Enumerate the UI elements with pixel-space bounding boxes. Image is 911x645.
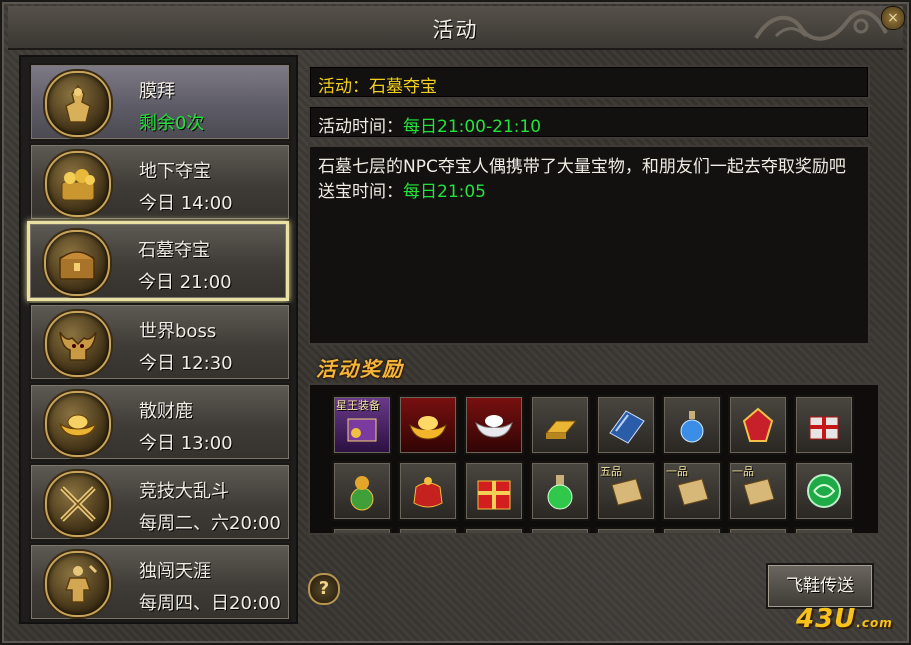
activity-time-value: 每日21:00-21:10 (403, 117, 542, 137)
activity-description-box: 石墓七层的NPC夺宝人偶携带了大量宝物，和朋友们一起去夺取奖励吧 送宝时间：每日… (308, 145, 870, 345)
reward-slot[interactable]: 星王装备 (332, 395, 392, 455)
activity-time: 今日 13:00 (139, 433, 233, 454)
red-pouch-icon (413, 477, 443, 508)
reward-slot[interactable] (464, 527, 524, 533)
activity-description: 石墓七层的NPC夺宝人偶携带了大量宝物，和朋友们一起去夺取奖励吧 (318, 157, 846, 177)
reward-slot[interactable] (530, 395, 590, 455)
activity-time: 每周二、六20:00 (139, 513, 281, 534)
jade-dragon-icon (807, 474, 841, 508)
crossed-swords-icon (45, 471, 111, 537)
activity-name-bar: 活动：石墓夺宝 (308, 65, 870, 99)
bull-demon-icon (45, 311, 111, 377)
reward-slot[interactable] (464, 461, 524, 521)
activity-item-solo-journey[interactable]: 独闯天涯 每周四、日20:00 (29, 543, 291, 621)
red-gift-box-icon (477, 480, 511, 510)
reward-slot[interactable] (794, 461, 854, 521)
red-gem-icon (742, 407, 774, 442)
reward-slot[interactable] (728, 527, 788, 533)
silver-ingot-icon (475, 415, 513, 438)
fly-shoes-teleport-button[interactable]: 飞鞋传送 (766, 563, 874, 609)
site-watermark-logo: 43U.com (796, 604, 893, 634)
activity-name: 地下夺宝 (139, 161, 211, 182)
activity-name: 世界boss (139, 321, 217, 342)
activity-name: 散财鹿 (139, 401, 193, 422)
reward-slot[interactable] (332, 527, 392, 533)
reward-slot[interactable] (398, 527, 458, 533)
gourd-bag-icon (350, 476, 374, 511)
activity-name: 竞技大乱斗 (139, 481, 229, 502)
reward-slot[interactable]: 五品 (596, 461, 656, 521)
activity-item-tomb-treasure[interactable]: 石墓夺宝 今日 21:00 (27, 221, 289, 301)
reward-tag: 星王装备 (336, 399, 380, 412)
reward-slot[interactable] (530, 527, 590, 533)
reward-grid: 星王装备 五品 一品 一品 (308, 383, 880, 535)
close-button[interactable]: × (881, 6, 905, 30)
dragon-ornament-icon (754, 10, 888, 41)
activity-label: 活动： (318, 77, 369, 97)
activity-time: 今日 14:00 (139, 193, 233, 214)
gift-bundle-icon (809, 416, 839, 440)
warrior-statue-icon (45, 71, 111, 137)
reward-slot[interactable] (728, 395, 788, 455)
activity-name: 石墓夺宝 (138, 240, 210, 261)
activity-name: 膜拜 (139, 81, 175, 102)
reward-slot[interactable] (530, 461, 590, 521)
activity-list: 膜拜 剩余0次 地下夺宝 今日 14:00 石墓夺宝 今日 21:00 世界bo… (19, 55, 298, 624)
activity-item-world-boss[interactable]: 世界boss 今日 12:30 (29, 303, 291, 381)
gold-ingot-icon (45, 391, 111, 457)
activity-detail-panel: 活动：石墓夺宝 活动时间：每日21:00-21:10 石墓七层的NPC夺宝人偶携… (298, 55, 891, 620)
activity-item-mobai[interactable]: 膜拜 剩余0次 (29, 63, 291, 141)
activity-time: 今日 12:30 (139, 353, 233, 374)
activity-time: 今日 21:00 (138, 272, 232, 293)
activity-time-label: 活动时间： (318, 117, 403, 137)
reward-slot[interactable]: 一品 (662, 461, 722, 521)
activity-name: 独闯天涯 (139, 561, 211, 582)
reward-section-title: 活动奖励 (316, 357, 404, 381)
reward-tag: 一品 (666, 465, 688, 478)
reward-slot[interactable] (464, 395, 524, 455)
activity-time: 剩余0次 (139, 113, 205, 134)
treasure-pile-icon (45, 151, 111, 217)
help-button[interactable]: ? (308, 573, 340, 605)
reward-slot[interactable] (662, 527, 722, 533)
delivery-time-label: 送宝时间： (318, 182, 403, 202)
activity-time: 每周四、日20:00 (139, 593, 281, 614)
treasure-chest-icon (44, 230, 110, 296)
reward-slot[interactable] (794, 395, 854, 455)
reward-slot[interactable] (596, 527, 656, 533)
activity-title: 石墓夺宝 (369, 77, 437, 97)
reward-tag: 一品 (732, 465, 754, 478)
delivery-time-value: 每日21:05 (403, 182, 486, 202)
blue-potion-icon (680, 411, 704, 443)
green-potion-icon (547, 475, 573, 510)
activity-item-arena-brawl[interactable]: 竞技大乱斗 每周二、六20:00 (29, 463, 291, 541)
activity-time-bar: 活动时间：每日21:00-21:10 (308, 105, 870, 139)
warrior-figure-icon (45, 551, 111, 617)
reward-slot[interactable] (794, 527, 854, 533)
reward-slot[interactable] (332, 461, 392, 521)
activity-item-underground-treasure[interactable]: 地下夺宝 今日 14:00 (29, 143, 291, 221)
reward-slot[interactable] (662, 395, 722, 455)
blue-book-icon (609, 410, 645, 444)
reward-slot[interactable] (398, 395, 458, 455)
gold-bar-icon (544, 420, 578, 439)
reward-slot[interactable]: 一品 (728, 461, 788, 521)
activity-item-wealth-deer[interactable]: 散财鹿 今日 13:00 (29, 383, 291, 461)
reward-tag: 五品 (600, 465, 622, 478)
reward-slot[interactable] (398, 461, 458, 521)
reward-slot[interactable] (596, 395, 656, 455)
activity-window: 活动 × 膜拜 剩余0次 地下夺宝 今日 14:00 石墓夺宝 今日 21:00 (0, 0, 911, 645)
gold-ingot-red-icon (409, 416, 447, 440)
